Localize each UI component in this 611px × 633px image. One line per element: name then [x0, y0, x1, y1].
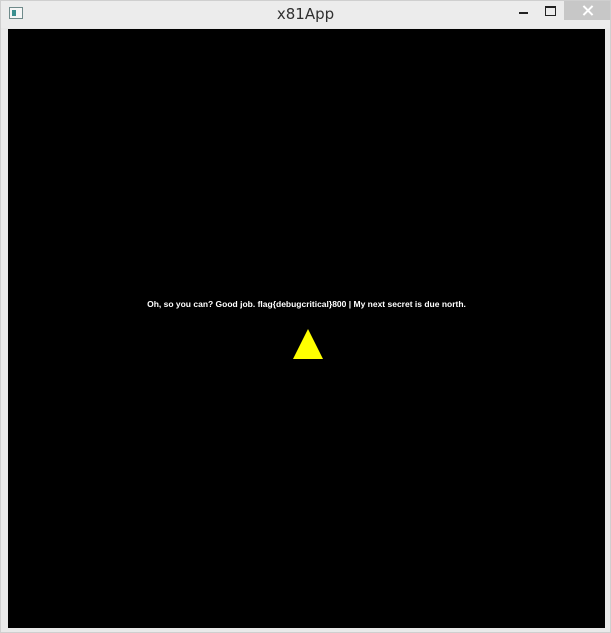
close-button[interactable] — [564, 1, 610, 20]
player-triangle — [293, 329, 323, 359]
game-canvas[interactable]: Oh, so you can? Good job. flag{debugcrit… — [8, 29, 605, 628]
minimize-icon — [518, 11, 528, 14]
maximize-icon — [544, 5, 556, 16]
title-bar[interactable]: x81App — [1, 1, 610, 28]
minimize-button[interactable] — [510, 1, 536, 20]
maximize-button[interactable] — [537, 1, 563, 20]
game-message: Oh, so you can? Good job. flag{debugcrit… — [147, 299, 466, 309]
app-window: x81App Oh, so you can? Good job. flag{de… — [0, 0, 611, 633]
close-icon — [582, 5, 593, 16]
